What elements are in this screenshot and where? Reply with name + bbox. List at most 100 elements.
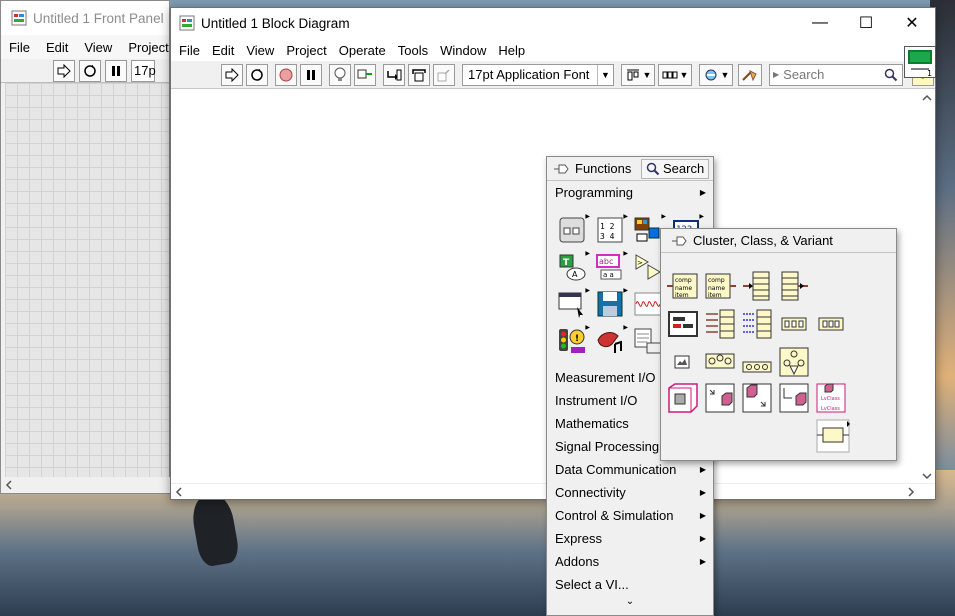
front-panel-titlebar[interactable]: Untitled 1 Front Panel (1, 1, 169, 35)
bd-vertical-scrollbar[interactable] (919, 90, 935, 484)
svg-text:A: A (572, 270, 578, 279)
build-cluster-array-icon[interactable] (704, 308, 736, 340)
front-panel-grid[interactable] (5, 83, 169, 479)
fp-horizontal-scrollbar[interactable] (1, 477, 171, 493)
pause-icon (112, 65, 120, 76)
fp-run-button[interactable] (53, 59, 75, 82)
reorder-button[interactable]: ▼ (699, 63, 733, 86)
bundle-by-name-icon[interactable]: comp name item (704, 270, 736, 302)
category-express[interactable]: Express ▶ (547, 527, 713, 550)
boolean-icon[interactable]: T A ▶ (553, 249, 590, 285)
variant-attribute-icon[interactable] (778, 346, 810, 378)
fp-font-select[interactable]: 17p (131, 59, 156, 82)
reorder-icon (705, 69, 717, 80)
string-icon[interactable]: abc a a ▶ (591, 249, 628, 285)
category-addons[interactable]: Addons ▶ (547, 550, 713, 573)
menu-edit[interactable]: Edit (206, 43, 240, 58)
file-io-icon[interactable]: ▶ (591, 286, 628, 322)
highlight-execution-button[interactable] (329, 63, 351, 86)
step-out-button[interactable] (433, 63, 455, 86)
search-input[interactable]: ▶ Search (769, 63, 903, 86)
front-panel-window[interactable]: Untitled 1 Front Panel File Edit View Pr… (0, 0, 171, 494)
cluster-constant-icon[interactable] (667, 308, 699, 340)
distribute-objects-button[interactable]: ▼ (658, 63, 692, 86)
pin-icon[interactable] (553, 162, 569, 176)
pause-button[interactable] (300, 63, 322, 86)
array-to-cluster-icon[interactable] (815, 308, 847, 340)
close-button[interactable]: ✕ (889, 8, 935, 38)
to-variant-icon[interactable] (741, 346, 773, 378)
category-programming[interactable]: Programming ▶ (547, 181, 713, 204)
category-label: Control & Simulation (555, 508, 674, 523)
stop-icon (279, 68, 293, 81)
svg-text:1: 1 (927, 69, 932, 77)
svg-text:name: name (675, 285, 692, 292)
fp-menu-view[interactable]: View (84, 40, 112, 55)
font-select[interactable]: 17pt Application Font ▼ (462, 63, 614, 86)
abort-button[interactable] (275, 63, 297, 86)
category-label: Select a VI... (555, 577, 629, 592)
submenu-arrow-icon: ▶ (699, 511, 706, 520)
cluster-class-variant-palette[interactable]: Cluster, Class, & Variant comp name item c… (660, 228, 897, 461)
category-select-a-vi[interactable]: Select a VI... (547, 573, 713, 596)
svg-text:abc: abc (599, 257, 613, 266)
maximize-button[interactable]: ☐ (843, 8, 889, 38)
menu-tools[interactable]: Tools (392, 43, 434, 58)
step-over-button[interactable] (408, 63, 430, 86)
unbundle-by-name-icon[interactable]: comp name item (667, 270, 699, 302)
minimize-button[interactable]: — (797, 8, 843, 38)
menu-file[interactable]: File (173, 43, 206, 58)
expand-more-icon[interactable]: ⌄ (547, 596, 713, 607)
dialog-ui-icon[interactable]: ▶ (553, 286, 590, 322)
menu-help[interactable]: Help (492, 43, 531, 58)
variant-parsing-icon[interactable] (815, 418, 851, 454)
get-lv-class-path-icon[interactable]: LvClass LvClass (815, 382, 847, 414)
synchronization-icon[interactable]: ! ▶ (553, 323, 590, 359)
block-diagram-menubar: File Edit View Project Operate Tools Win… (171, 38, 935, 62)
menu-window[interactable]: Window (434, 43, 492, 58)
menu-operate[interactable]: Operate (333, 43, 392, 58)
cluster-to-array-icon[interactable] (778, 308, 810, 340)
variant-constant-icon[interactable] (667, 346, 699, 378)
index-bundle-cluster-array-icon[interactable] (741, 308, 773, 340)
menu-project[interactable]: Project (280, 43, 332, 58)
fp-menu-file[interactable]: File (9, 40, 30, 55)
class-constant-icon[interactable] (667, 382, 699, 414)
fp-run-continuous-button[interactable] (79, 59, 101, 82)
graphics-sound-icon[interactable]: ▶ (591, 323, 628, 359)
menu-view[interactable]: View (240, 43, 280, 58)
category-label: Mathematics (555, 416, 629, 431)
svg-text:a a: a a (603, 271, 614, 279)
lightbulb-icon (334, 67, 346, 81)
cluster-icon-grid: comp name item comp name item LvClass LvClass (661, 229, 898, 462)
structures-icon[interactable]: ▶ (553, 212, 590, 248)
category-connectivity[interactable]: Connectivity ▶ (547, 481, 713, 504)
category-label: Addons (555, 554, 600, 569)
category-control-simulation[interactable]: Control & Simulation ▶ (547, 504, 713, 527)
align-objects-button[interactable]: ▼ (621, 63, 655, 86)
fp-menu-project[interactable]: Project (128, 40, 168, 55)
submenu-arrow-icon: ▶ (699, 465, 706, 474)
array-icon[interactable]: 1 23 4 ▶ (591, 212, 628, 248)
svg-text:comp: comp (675, 277, 692, 284)
vi-icon[interactable]: 1 (904, 46, 936, 78)
maximize-icon: ☐ (858, 15, 874, 32)
bundle-icon[interactable] (778, 270, 810, 302)
fp-menu-edit[interactable]: Edit (46, 40, 68, 55)
clean-up-diagram-button[interactable] (738, 63, 762, 86)
run-button[interactable] (221, 63, 243, 86)
scroll-left-icon (175, 487, 182, 497)
step-into-button[interactable] (383, 63, 405, 86)
unbundle-icon[interactable] (741, 270, 773, 302)
preserve-runtime-class-icon[interactable] (778, 382, 810, 414)
variant-to-data-icon[interactable] (704, 346, 736, 378)
minimize-icon: — (812, 14, 828, 31)
fp-font-text: 17p (134, 63, 156, 78)
functions-search-button[interactable]: Search (641, 158, 710, 179)
to-more-generic-class-icon[interactable] (704, 382, 736, 414)
run-continuous-button[interactable] (246, 63, 268, 86)
fp-pause-button[interactable] (105, 59, 127, 82)
category-label: Measurement I/O (555, 370, 656, 385)
retain-wire-values-button[interactable] (354, 63, 376, 86)
to-more-specific-class-icon[interactable] (741, 382, 773, 414)
